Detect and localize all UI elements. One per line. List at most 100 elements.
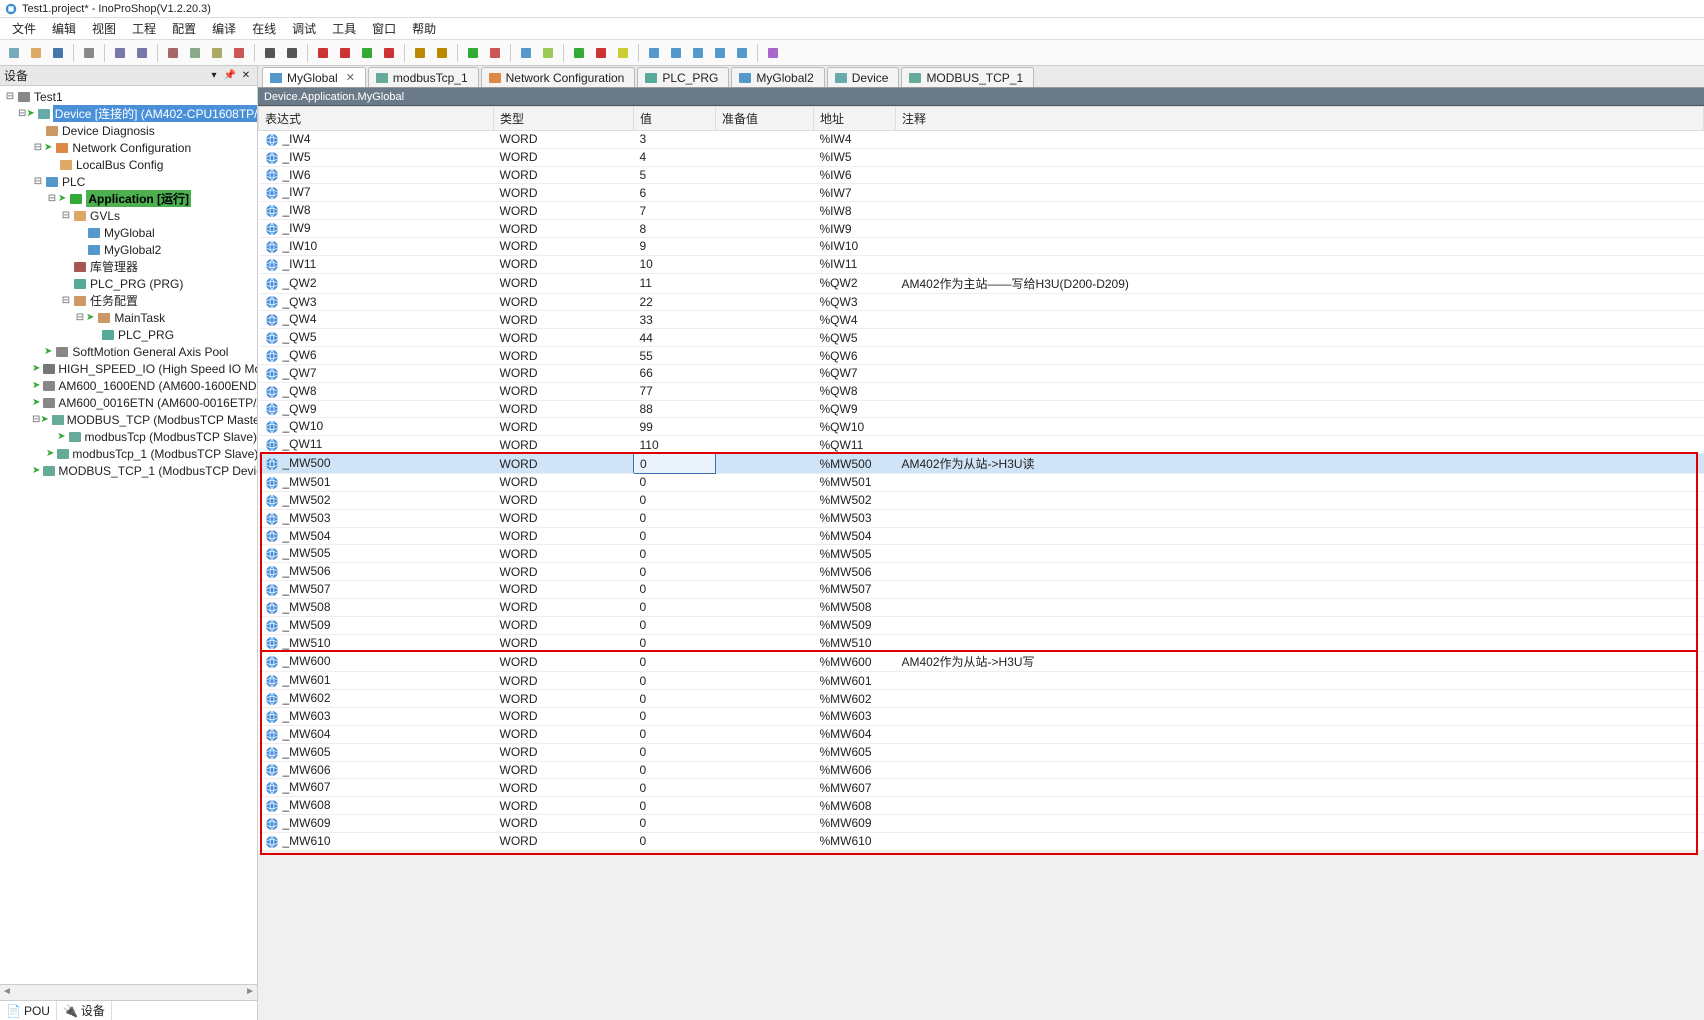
table-row[interactable]: _IW7WORD6%IW7 — [259, 184, 1704, 202]
tab-pou[interactable]: 📄 POU — [0, 1001, 57, 1020]
cell-expr[interactable]: _IW9 — [259, 220, 494, 238]
toolbar-bp-toggle-icon[interactable] — [335, 43, 355, 63]
cell-expr[interactable]: _QW6 — [259, 347, 494, 365]
tree-item-11[interactable]: PLC_PRG (PRG) — [0, 275, 257, 292]
cell-expr[interactable]: _QW8 — [259, 382, 494, 400]
cell-prep[interactable] — [716, 311, 814, 329]
table-row[interactable]: _QW10WORD99%QW10 — [259, 418, 1704, 436]
cell-value[interactable]: 0 — [634, 509, 716, 527]
cell-expr[interactable]: _QW11 — [259, 436, 494, 454]
tree-toggle-icon[interactable]: ⊟ — [32, 414, 40, 425]
table-row[interactable]: _IW5WORD4%IW5 — [259, 148, 1704, 166]
toolbar-step-into-icon[interactable] — [666, 43, 686, 63]
toolbar-logout-icon[interactable] — [485, 43, 505, 63]
table-row[interactable]: _MW607WORD0%MW607 — [259, 779, 1704, 797]
table-row[interactable]: _QW3WORD22%QW3 — [259, 293, 1704, 311]
tree-item-21[interactable]: ➤modbusTcp_1 (ModbusTCP Slave) — [0, 445, 257, 462]
cell-prep[interactable] — [716, 148, 814, 166]
cell-expr[interactable]: _MW605 — [259, 743, 494, 761]
toolbar-run-to-icon[interactable] — [732, 43, 752, 63]
cell-prep[interactable] — [716, 797, 814, 815]
cell-expr[interactable]: _IW8 — [259, 202, 494, 220]
cell-value[interactable]: 0 — [634, 581, 716, 599]
menu-0[interactable]: 文件 — [4, 18, 44, 39]
cell-prep[interactable] — [716, 220, 814, 238]
close-icon[interactable]: ✕ — [346, 71, 355, 84]
cell-value[interactable]: 110 — [634, 436, 716, 454]
tree-item-13[interactable]: ⊟➤MainTask — [0, 309, 257, 326]
cell-prep[interactable] — [716, 400, 814, 418]
table-row[interactable]: _MW510WORD0%MW510 — [259, 634, 1704, 652]
cell-expr[interactable]: _QW9 — [259, 400, 494, 418]
toolbar-copy-icon[interactable] — [185, 43, 205, 63]
tree-toggle-icon[interactable]: ⊟ — [4, 91, 16, 102]
cell-prep[interactable] — [716, 509, 814, 527]
cell-value[interactable]: 0 — [634, 652, 716, 672]
table-row[interactable]: _QW4WORD33%QW4 — [259, 311, 1704, 329]
table-row[interactable]: _QW8WORD77%QW8 — [259, 382, 1704, 400]
tree-item-7[interactable]: ⊟GVLs — [0, 207, 257, 224]
toolbar-step-return-icon[interactable] — [710, 43, 730, 63]
cell-value[interactable]: 0 — [634, 598, 716, 616]
col-header-comment[interactable]: 注释 — [896, 107, 1704, 131]
cell-prep[interactable] — [716, 202, 814, 220]
tree-item-4[interactable]: LocalBus Config — [0, 156, 257, 173]
tree-item-18[interactable]: ➤AM600_0016ETN (AM600-0016ETP/AM600-0 — [0, 394, 257, 411]
cell-expr[interactable]: _QW5 — [259, 329, 494, 347]
toolbar-bp-del-icon[interactable] — [379, 43, 399, 63]
tree-item-2[interactable]: Device Diagnosis — [0, 122, 257, 139]
cell-value[interactable]: 0 — [634, 743, 716, 761]
cell-expr[interactable]: _QW3 — [259, 293, 494, 311]
cell-expr[interactable]: _MW609 — [259, 814, 494, 832]
tree-item-14[interactable]: PLC_PRG — [0, 326, 257, 343]
tree-item-3[interactable]: ⊟➤Network Configuration — [0, 139, 257, 156]
cell-value[interactable]: 55 — [634, 347, 716, 365]
cell-expr[interactable]: _MW505 — [259, 545, 494, 563]
menu-6[interactable]: 在线 — [244, 18, 284, 39]
table-row[interactable]: _MW608WORD0%MW608 — [259, 797, 1704, 815]
toolbar-delete-icon[interactable] — [229, 43, 249, 63]
variable-grid[interactable]: 表达式类型值准备值地址注释 _IW4WORD3%IW4_IW5WORD4%IW5… — [258, 106, 1704, 1020]
cell-value[interactable]: 0 — [634, 708, 716, 726]
toolbar-undo-icon[interactable] — [110, 43, 130, 63]
cell-value[interactable]: 0 — [634, 832, 716, 850]
cell-prep[interactable] — [716, 166, 814, 184]
table-row[interactable]: _QW5WORD44%QW5 — [259, 329, 1704, 347]
table-row[interactable]: _MW503WORD0%MW503 — [259, 509, 1704, 527]
cell-value[interactable]: 11 — [634, 273, 716, 293]
cell-expr[interactable]: _QW4 — [259, 311, 494, 329]
table-row[interactable]: _IW8WORD7%IW8 — [259, 202, 1704, 220]
tree-item-20[interactable]: ➤modbusTcp (ModbusTCP Slave) — [0, 428, 257, 445]
cell-prep[interactable] — [716, 672, 814, 690]
cell-expr[interactable]: _QW10 — [259, 418, 494, 436]
tree-toggle-icon[interactable]: ⊟ — [46, 193, 58, 204]
toolbar-debug-icon[interactable] — [516, 43, 536, 63]
tree-item-6[interactable]: ⊟➤Application [运行] — [0, 190, 257, 207]
editor-tab-1[interactable]: modbusTcp_1 — [368, 67, 479, 87]
cell-prep[interactable] — [716, 131, 814, 149]
cell-prep[interactable] — [716, 436, 814, 454]
toolbar-bp-new-icon[interactable] — [313, 43, 333, 63]
cell-prep[interactable] — [716, 598, 814, 616]
cell-expr[interactable]: _IW6 — [259, 166, 494, 184]
cell-prep[interactable] — [716, 474, 814, 492]
table-row[interactable]: _MW600WORD0%MW600AM402作为从站->H3U写 — [259, 652, 1704, 672]
table-row[interactable]: _MW601WORD0%MW601 — [259, 672, 1704, 690]
panel-close-icon[interactable]: ✕ — [239, 69, 253, 83]
menu-9[interactable]: 窗口 — [364, 18, 404, 39]
toolbar-open-icon[interactable] — [26, 43, 46, 63]
cell-value[interactable]: 0 — [634, 672, 716, 690]
tree-item-10[interactable]: 库管理器 — [0, 258, 257, 275]
cell-expr[interactable]: _IW10 — [259, 237, 494, 255]
cell-value[interactable]: 0 — [634, 616, 716, 634]
menu-2[interactable]: 视图 — [84, 18, 124, 39]
toolbar-redo-icon[interactable] — [132, 43, 152, 63]
table-row[interactable]: _QW6WORD55%QW6 — [259, 347, 1704, 365]
cell-value[interactable]: 0 — [634, 634, 716, 652]
cell-expr[interactable]: _MW600 — [259, 652, 494, 672]
toolbar-sim-icon[interactable] — [538, 43, 558, 63]
cell-expr[interactable]: _MW602 — [259, 690, 494, 708]
col-header-val[interactable]: 值 — [634, 107, 716, 131]
tree-item-5[interactable]: ⊟PLC — [0, 173, 257, 190]
cell-prep[interactable] — [716, 761, 814, 779]
